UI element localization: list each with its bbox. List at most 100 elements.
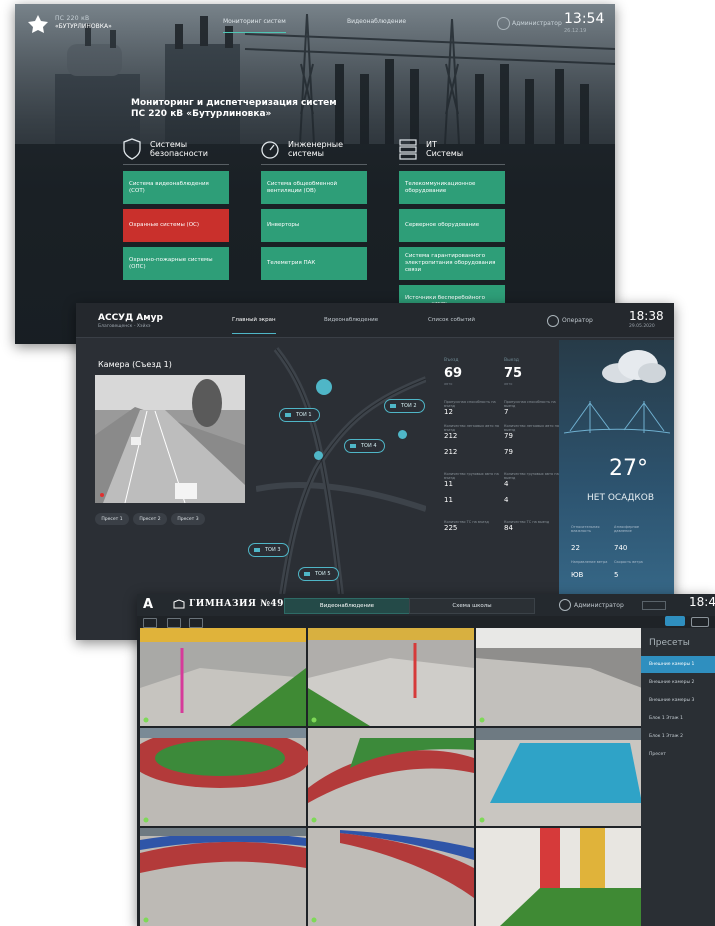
preset-item[interactable]: Блок 1 Этаж 2 xyxy=(641,728,715,745)
brand-line-1: ПС 220 кВ xyxy=(55,15,90,22)
layout-grid-icon[interactable] xyxy=(167,618,181,628)
preset-3-button[interactable]: Пресет 3 xyxy=(171,513,205,525)
tile-ventilation[interactable]: Система общеобменной вентиляции (ОВ) xyxy=(261,171,367,204)
camera-tile[interactable] xyxy=(140,828,306,926)
stats-row-value: 212 xyxy=(444,448,458,456)
camera-pin-icon[interactable] xyxy=(316,379,332,395)
column-header-security: Системы безопасности xyxy=(122,136,210,162)
column-divider xyxy=(399,164,505,165)
stats-row: Количество ТС на въезд 225 xyxy=(444,520,500,544)
stats-row-value: 84 xyxy=(504,524,513,532)
substation-monitoring-screen: ПС 220 кВ «БУТУРЛИНОВКА» Мониторинг сист… xyxy=(15,4,615,344)
nav-main-screen[interactable]: Главный экран xyxy=(232,317,276,334)
stats-row-value: 4 xyxy=(504,496,509,504)
camera-tile[interactable] xyxy=(140,628,306,726)
stats-total: 75 xyxy=(504,366,523,381)
preset-item[interactable]: Блок 1 Этаж 1 xyxy=(641,710,715,727)
stats-row-value: 79 xyxy=(504,448,513,456)
preset-item[interactable]: Внешние камеры 1 xyxy=(641,656,715,673)
stats-entry-column: Въезд 69 авто Пропускная способность на … xyxy=(444,358,500,544)
tile-power-supply[interactable]: Система гарантированного электропитания … xyxy=(399,247,505,280)
stats-row-label: Количество легковых авто на въезд xyxy=(444,424,500,432)
camera-feed[interactable] xyxy=(95,375,245,503)
preset-item[interactable]: Пресет xyxy=(641,746,715,763)
stats-row-label: Пропускная способность на выезд xyxy=(504,400,556,408)
preset-2-button[interactable]: Пресет 2 xyxy=(133,513,167,525)
tile-inverters[interactable]: Инверторы xyxy=(261,209,367,242)
stats-row: 11 xyxy=(444,496,500,520)
wind-dir-value: ЮВ xyxy=(571,571,584,579)
language-switch[interactable] xyxy=(642,601,666,610)
stats-row-value: 79 xyxy=(504,432,513,440)
stats-row-value: 225 xyxy=(444,524,458,532)
camera-icon xyxy=(350,444,356,448)
tab-video[interactable]: Видеонаблюдение xyxy=(284,598,410,614)
grid-view-button[interactable] xyxy=(665,616,685,626)
map-label-toi3[interactable]: ТОИ 3 xyxy=(248,543,289,557)
stats-unit: авто xyxy=(504,382,513,386)
user-name[interactable]: Администратор xyxy=(512,20,562,27)
humidity-label: Относительная влажность xyxy=(571,525,600,533)
map-label-toi1[interactable]: ТОИ 1 xyxy=(279,408,320,422)
camera-tile[interactable] xyxy=(308,828,474,926)
nav-video[interactable]: Видеонаблюдение xyxy=(324,317,378,323)
stats-row: 212 xyxy=(444,448,500,472)
preset-item[interactable]: Внешние камеры 2 xyxy=(641,674,715,691)
clock-time: 18:4 xyxy=(689,595,715,609)
camera-icon xyxy=(285,413,291,417)
gymnasium-video-screen: A ГИМНАЗИЯ №49 Видеонаблюдение Схема шко… xyxy=(137,594,715,926)
preset-1-button[interactable]: Пресет 1 xyxy=(95,513,129,525)
camera-icon xyxy=(254,548,260,552)
bridge-icon xyxy=(564,401,670,434)
column-header-it: ИТ Системы xyxy=(398,136,476,162)
stats-row-label: Количество легковых авто на выезд xyxy=(504,424,560,432)
stats-unit: авто xyxy=(444,382,453,386)
camera-tile[interactable] xyxy=(308,628,474,726)
nav-monitoring[interactable]: Мониторинг систем xyxy=(223,18,286,33)
stats-row: Количество грузовых авто на выезд 4 xyxy=(504,472,560,496)
layout-1x1-icon[interactable] xyxy=(143,618,157,628)
map-label-text: ТОИ 4 xyxy=(361,443,377,449)
stats-row-value: 11 xyxy=(444,480,453,488)
user-icon[interactable] xyxy=(559,599,571,611)
tab-school-map[interactable]: Схема школы xyxy=(409,598,535,614)
temperature: 27° xyxy=(609,456,648,481)
stats-row: 4 xyxy=(504,496,560,520)
clock-date: 26.12.19 xyxy=(564,28,587,34)
stats-row-value: 11 xyxy=(444,496,453,504)
camera-tile[interactable] xyxy=(140,728,310,826)
tile-cctv[interactable]: Система видеонаблюдения (СОТ) xyxy=(123,171,229,204)
user-name[interactable]: Администратор xyxy=(574,602,624,609)
user-icon[interactable] xyxy=(497,17,510,30)
map-pin-icon[interactable] xyxy=(314,451,323,460)
user-icon[interactable] xyxy=(547,315,559,327)
tile-telecom[interactable]: Телекоммуникационное оборудование xyxy=(399,171,505,204)
stats-row-value: 212 xyxy=(444,432,458,440)
tile-fire-alarm[interactable]: Охранно-пожарные системы (ОПС) xyxy=(123,247,229,280)
preset-item[interactable]: Внешние камеры 3 xyxy=(641,692,715,709)
tile-telemetry[interactable]: Телеметрия ПАК xyxy=(261,247,367,280)
nav-events[interactable]: Список событий xyxy=(428,317,475,323)
map-label-toi5[interactable]: ТОИ 5 xyxy=(298,567,339,581)
stats-row: Пропускная способность на въезд 12 xyxy=(444,400,500,424)
map-label-text: ТОИ 2 xyxy=(401,403,417,409)
map-label-toi4[interactable]: ТОИ 4 xyxy=(344,439,385,453)
camera-tile[interactable] xyxy=(476,728,642,826)
clock-time: 18:38 xyxy=(629,309,664,323)
user-name[interactable]: Оператор xyxy=(562,317,593,324)
tile-security-alarm[interactable]: Охранные системы (ОС) xyxy=(123,209,229,242)
camera-tile[interactable] xyxy=(476,828,642,926)
fullscreen-button[interactable] xyxy=(691,617,709,627)
map-pin-icon[interactable] xyxy=(398,430,407,439)
camera-tile[interactable] xyxy=(476,628,642,726)
camera-icon xyxy=(390,404,396,408)
company-logo-icon xyxy=(28,15,48,33)
tile-servers[interactable]: Серверное оборудование xyxy=(399,209,505,242)
app-subtitle: Благовещенск - Хэйхэ xyxy=(98,324,151,329)
camera-title: Камера (Съезд 1) xyxy=(98,360,172,369)
camera-grid[interactable] xyxy=(140,628,642,926)
nav-video[interactable]: Видеонаблюдение xyxy=(347,18,406,25)
map-label-toi2[interactable]: ТОИ 2 xyxy=(384,399,425,413)
layout-split-icon[interactable] xyxy=(189,618,203,628)
camera-tile[interactable] xyxy=(308,728,474,826)
